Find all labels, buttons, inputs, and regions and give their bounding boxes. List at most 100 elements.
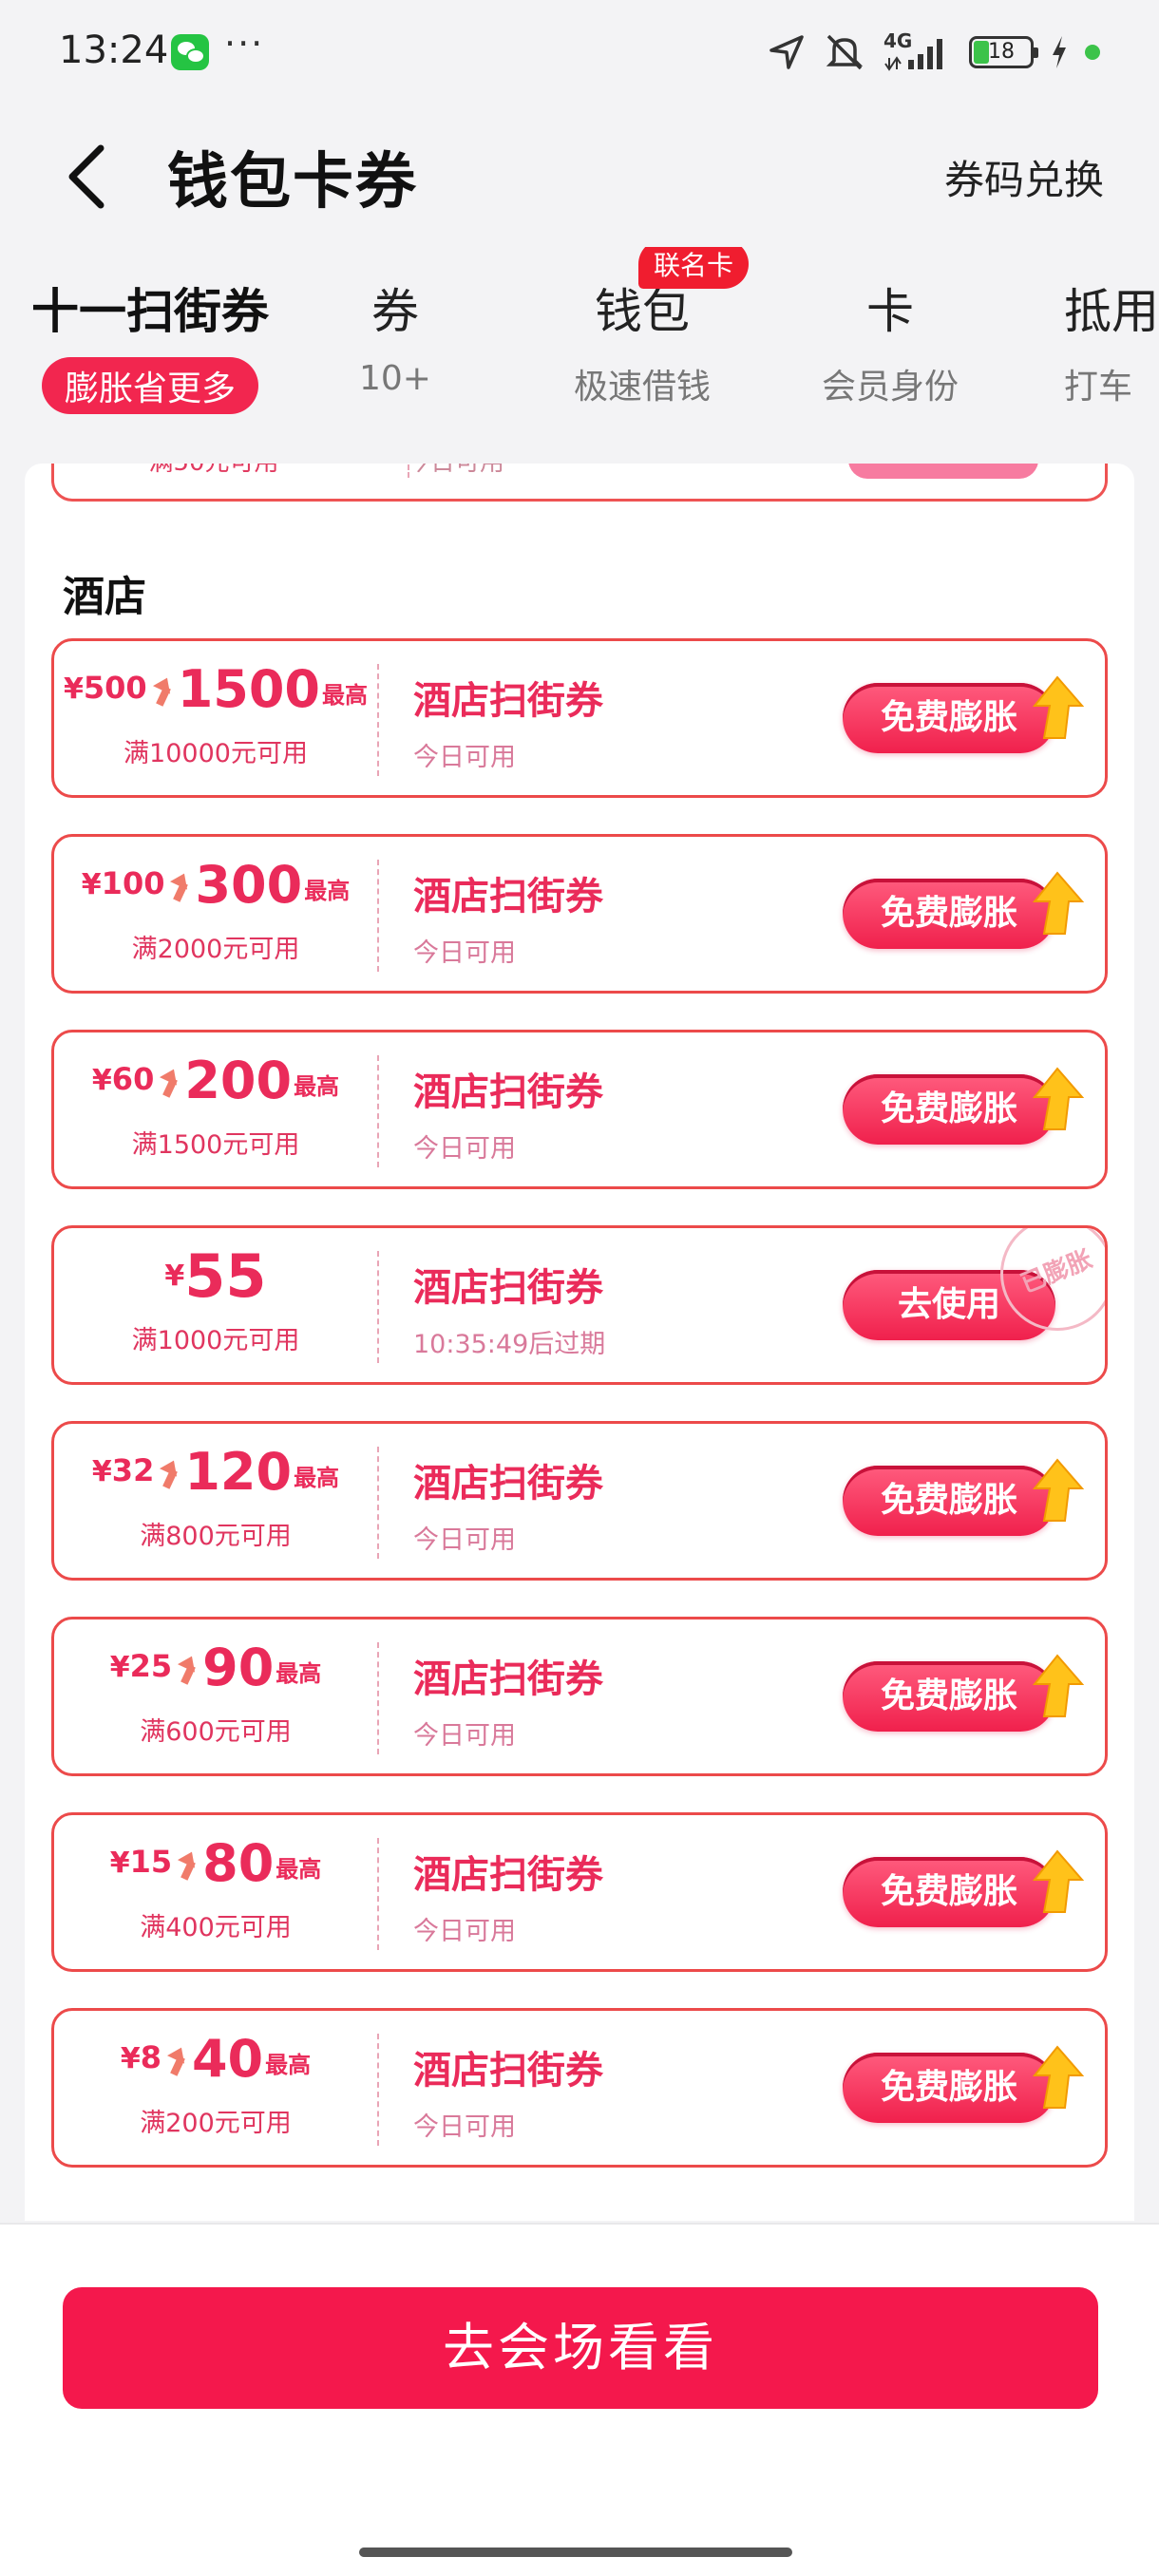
coupon-divider: [377, 1055, 379, 1167]
coupon-max-label: 最高: [276, 1660, 322, 1687]
tab-cards[interactable]: 卡 会员身份: [808, 274, 973, 408]
coupon-name: 酒店扫街券: [413, 679, 603, 723]
coupon-action-button[interactable]: 免费膨胀: [843, 1074, 1055, 1145]
coupon-divider: [377, 1642, 379, 1754]
inflate-arrow-icon: [167, 2047, 188, 2075]
wechat-notification-icon: [171, 34, 209, 70]
coupon-amount-block: ¥ 8 40 最高 满200元可用: [54, 2011, 377, 2165]
back-arrow-icon[interactable]: [59, 139, 120, 215]
category-tabs: 十一扫街券 膨胀省更多 券 10+ 联名卡 钱包 极速借钱 卡 会员身份 抵用 …: [0, 247, 1159, 427]
coupon-price: ¥ 25 90 最高: [54, 1642, 377, 1694]
coupon-condition: 满50元可用: [54, 464, 373, 478]
inflate-up-arrow-icon: [1032, 1654, 1084, 1717]
coupon-max-amount: 1500: [177, 659, 320, 719]
coupon-validity: 10:35:49后过期: [413, 1330, 606, 1359]
coupon-action-button[interactable]: 免费膨胀: [843, 1857, 1055, 1927]
tab-title: 十一扫街券: [31, 284, 269, 339]
status-time: 13:24: [59, 28, 169, 72]
coupon-base-amount: 25: [129, 1648, 173, 1684]
coupon-name: 酒店扫街券: [413, 2049, 603, 2093]
silent-icon: [826, 34, 864, 70]
header: 钱包卡券 券码兑换: [0, 104, 1159, 237]
coupon-max-label: 最高: [265, 2052, 312, 2078]
tab-title: 抵用: [1064, 284, 1159, 339]
status-bar: 13:24 ··· 4G 18: [0, 0, 1159, 104]
coupon-action-button[interactable]: 免费膨胀: [843, 1661, 1055, 1732]
coupon-max-amount: 55: [184, 1241, 267, 1311]
go-to-venue-button[interactable]: 去会场看看: [63, 2287, 1098, 2409]
currency-symbol: ¥: [81, 868, 102, 901]
coupon-max-amount: 90: [202, 1638, 275, 1697]
coupon-divider: [377, 860, 379, 972]
page-title: 钱包卡券: [167, 147, 418, 218]
coupon-list-panel[interactable]: 满50元可用 今日可用 酒店 ¥ 500 1500 最高 满10000元可用 酒…: [25, 464, 1134, 2221]
home-indicator[interactable]: [359, 2548, 792, 2557]
currency-symbol: ¥: [91, 1455, 112, 1488]
privacy-indicator-icon: [1085, 45, 1100, 60]
currency-symbol: ¥: [120, 2042, 141, 2075]
inflate-up-arrow-icon: [1032, 1067, 1084, 1130]
coupon-card[interactable]: ¥ 55 满1000元可用 酒店扫街券 10:35:49后过期 去使用 已膨胀: [51, 1225, 1108, 1385]
coupon-card[interactable]: ¥ 100 300 最高 满2000元可用 酒店扫街券 今日可用 免费膨胀: [51, 834, 1108, 994]
coupon-card[interactable]: ¥ 25 90 最高 满600元可用 酒店扫街券 今日可用 免费膨胀: [51, 1617, 1108, 1776]
inflate-arrow-icon: [160, 1069, 180, 1097]
coupon-action-button[interactable]: [848, 464, 1038, 479]
coupon-action-button[interactable]: 免费膨胀: [843, 683, 1055, 753]
inflate-arrow-icon: [178, 1851, 199, 1880]
coupon-validity: 今日可用: [413, 1134, 516, 1164]
tab-street-coupon[interactable]: 十一扫街券 膨胀省更多: [27, 274, 274, 414]
coupon-condition: 满600元可用: [140, 1717, 292, 1747]
partial-coupon-card[interactable]: 满50元可用 今日可用: [51, 464, 1108, 502]
coupon-max-label: 最高: [294, 1465, 340, 1491]
inflate-arrow-icon: [153, 677, 174, 706]
coupon-name: 酒店扫街券: [413, 1462, 603, 1506]
coupon-base-amount: 8: [140, 2039, 162, 2075]
coupon-condition: 满800元可用: [140, 1522, 292, 1551]
inflate-up-arrow-icon: [1032, 675, 1084, 739]
tab-subtitle: 会员身份: [821, 368, 959, 407]
coupon-price: ¥ 100 300 最高: [54, 860, 377, 911]
coupon-condition: 满1000元可用: [131, 1326, 300, 1355]
inflate-arrow-icon: [170, 873, 191, 901]
coupon-max-amount: 120: [184, 1442, 293, 1502]
currency-symbol: ¥: [91, 1064, 112, 1097]
tab-vouchers[interactable]: 抵用 打车: [1064, 274, 1159, 408]
tab-subtitle: 膨胀省更多: [41, 357, 258, 414]
coupon-card[interactable]: ¥ 8 40 最高 满200元可用 酒店扫街券 今日可用 免费膨胀: [51, 2008, 1108, 2168]
coupon-condition: 满2000元可用: [131, 935, 300, 964]
coupon-condition: 满200元可用: [140, 2109, 292, 2138]
bottom-bar: 去会场看看: [0, 2225, 1159, 2576]
coupon-price: ¥ 55: [54, 1241, 377, 1311]
coupon-card[interactable]: ¥ 15 80 最高 满400元可用 酒店扫街券 今日可用 免费膨胀: [51, 1812, 1108, 1972]
inflate-arrow-icon: [178, 1656, 199, 1684]
tab-subtitle: 10+: [359, 359, 431, 398]
charging-icon: [1053, 36, 1066, 68]
tab-title: 卡: [866, 284, 914, 339]
coupon-card[interactable]: ¥ 500 1500 最高 满10000元可用 酒店扫街券 今日可用 免费膨胀: [51, 638, 1108, 798]
co-brand-card-badge: 联名卡: [638, 247, 750, 289]
coupon-price: ¥ 60 200 最高: [54, 1055, 377, 1107]
tab-wallet[interactable]: 联名卡 钱包 极速借钱: [557, 247, 750, 408]
coupon-max-amount: 300: [195, 855, 303, 915]
tab-coupons[interactable]: 券 10+: [329, 274, 462, 398]
coupon-divider: [377, 1838, 379, 1950]
coupon-name: 酒店扫街券: [413, 875, 603, 919]
coupon-validity: 今日可用: [413, 1721, 516, 1751]
battery-icon: 18: [969, 36, 1038, 68]
coupon-price: ¥ 32 120 最高: [54, 1447, 377, 1498]
coupon-max-label: 最高: [294, 1073, 340, 1100]
coupon-max-amount: 200: [184, 1051, 293, 1110]
coupon-action-button[interactable]: 免费膨胀: [843, 879, 1055, 949]
tab-subtitle: 打车: [1064, 368, 1133, 407]
coupon-max-amount: 40: [191, 2029, 264, 2089]
coupon-card[interactable]: ¥ 32 120 最高 满800元可用 酒店扫街券 今日可用 免费膨胀: [51, 1421, 1108, 1581]
coupon-amount-block: ¥ 100 300 最高 满2000元可用: [54, 837, 377, 991]
coupon-action-button[interactable]: 免费膨胀: [843, 2053, 1055, 2123]
inflate-up-arrow-icon: [1032, 871, 1084, 935]
coupon-max-amount: 80: [202, 1833, 275, 1893]
redeem-code-link[interactable]: 券码兑换: [944, 148, 1104, 206]
coupon-card[interactable]: ¥ 60 200 最高 满1500元可用 酒店扫街券 今日可用 免费膨胀: [51, 1030, 1108, 1189]
tab-subtitle: 极速借钱: [573, 368, 711, 407]
coupon-validity: 今日可用: [413, 938, 516, 968]
coupon-action-button[interactable]: 免费膨胀: [843, 1466, 1055, 1536]
